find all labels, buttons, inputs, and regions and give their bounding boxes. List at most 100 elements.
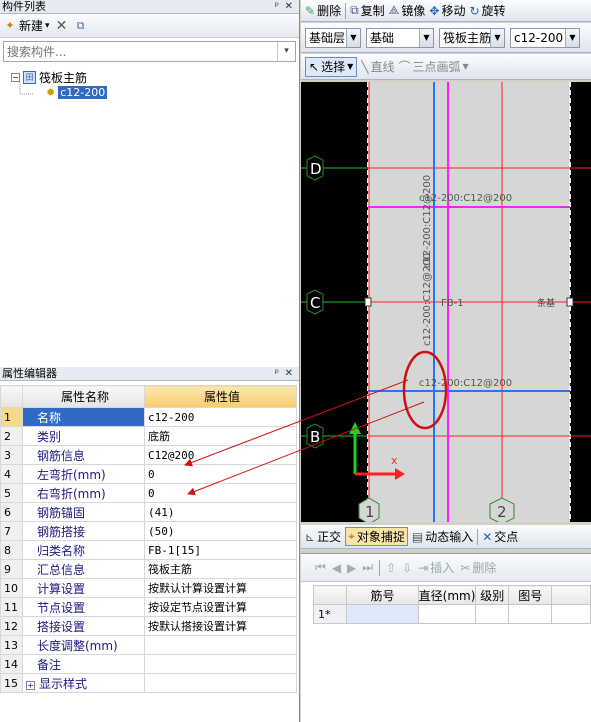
table-row[interactable]: 3 钢筋信息 C12@200 [0,445,297,465]
axis-bubble-c[interactable]: C [306,289,324,315]
rebar-header-figure[interactable]: 图号 [508,585,553,605]
rebar-header-diameter[interactable]: 直径(mm) [417,585,477,605]
table-row[interactable]: 9 汇总信息 筏板主筋 [0,559,297,579]
property-value[interactable]: c12-200 [144,407,297,427]
axis-label-c: C [310,294,320,312]
row-number: 9 [0,559,23,579]
table-row[interactable]: 6 钢筋锚固 (41) [0,502,297,522]
property-value[interactable]: 0 [144,483,297,503]
select-button[interactable]: ↖ 选择 ▼ [305,56,358,77]
axis-label-d: D [310,160,322,178]
up-icon[interactable]: ⇧ [386,561,396,575]
property-value[interactable]: 底筋 [144,426,297,446]
rebar-cell-number[interactable] [346,604,419,624]
property-value[interactable] [144,635,297,655]
axis-bubble-d[interactable]: D [306,155,324,181]
property-value[interactable]: 按设定节点设置计算 [144,597,297,617]
rebar-cell-grade[interactable] [475,604,510,624]
floor-select[interactable]: 基础层 ▼ [305,27,361,48]
name-header[interactable]: 属性名称 [22,385,145,408]
tree-node-child[interactable]: ✹ c12-200 [46,86,108,99]
property-value[interactable]: (50) [144,521,297,541]
row-number: 11 [0,597,23,617]
new-button[interactable]: ✦ 新建 ▾ [3,17,49,34]
intersect-toggle[interactable]: ✕ 交点 [482,528,518,545]
item-select[interactable]: c12-200 ▼ [510,27,580,48]
collapse-icon[interactable]: − [11,73,20,82]
table-row[interactable]: 5 右弯折(mm) 0 [0,483,297,503]
tree-node-root[interactable]: − 田 筏板主筋 [11,69,87,86]
arc-button[interactable]: ⌒ 三点画弧 ▼ [398,58,468,75]
pin-icon[interactable]: ᵖ [275,367,279,381]
delete-button[interactable]: ✎ 删除 [305,2,341,19]
table-row[interactable]: 8 归类名称 FB-1[15] [0,540,297,560]
rebar-grid: 筋号 直径(mm) 级别 图号 1* [312,585,591,624]
rebar-header-number[interactable]: 筋号 [346,585,419,605]
property-value[interactable]: 按默认计算设置计算 [144,578,297,598]
close-icon[interactable]: ✕ [285,367,293,381]
insert-button[interactable]: ⇥ 插入 [418,559,454,576]
table-row[interactable]: 13 长度调整(mm) [0,635,297,655]
property-value[interactable]: (41) [144,502,297,522]
table-row[interactable]: 11 节点设置 按设定节点设置计算 [0,597,297,617]
property-value[interactable]: 0 [144,464,297,484]
pin-icon[interactable]: ᵖ [275,0,279,14]
next-icon[interactable]: ▶ [347,561,356,575]
copy-button[interactable]: ⧉ 复制 [350,2,385,19]
property-name-text: 归类名称 [37,543,86,558]
table-row[interactable]: 7 钢筋搭接 (50) [0,521,297,541]
rebar-cell-figure[interactable] [508,604,553,624]
property-value[interactable]: FB-1[15] [144,540,297,560]
table-row[interactable]: 15 + 显示样式 [0,673,297,693]
rotate-button[interactable]: ↻ 旋转 [469,2,505,19]
dynamic-input-label: 动态输入 [425,530,474,544]
last-icon[interactable]: ⏭ [362,560,373,575]
property-name-text: 节点设置 [37,600,86,615]
prev-icon[interactable]: ◀ [332,561,341,575]
table-row[interactable]: 1* [312,604,591,624]
type-select[interactable]: 筏板主筋 ▼ [439,27,505,48]
property-editor-titlebar: 属性编辑器 ᵖ ✕ [0,367,299,381]
search-input[interactable] [4,42,274,61]
search-box[interactable]: ▾ [3,41,296,62]
drawing-canvas[interactable]: c12-200:C12@200 c12-200:C12@200 c12-200:… [301,82,591,522]
rebar-cell-extra[interactable] [551,604,591,624]
property-name-text: 汇总信息 [37,562,86,577]
property-value[interactable] [144,673,297,693]
ortho-toggle[interactable]: ⊾ 正交 [305,528,341,545]
property-name: 汇总信息 [22,559,145,579]
line-button[interactable]: ╲ 直线 [361,58,394,75]
table-row[interactable]: 12 搭接设置 按默认搭接设置计算 [0,616,297,636]
property-value[interactable]: 筏板主筋 [144,559,297,579]
search-dropdown-icon[interactable]: ▾ [277,42,295,61]
snap-toggle[interactable]: ⌖ 对象捕捉 [345,527,408,546]
property-name: 名称 [22,407,145,427]
rebar-cell-diameter[interactable] [417,604,477,624]
property-value[interactable] [144,654,297,674]
delete-icon[interactable]: ✕ [55,19,69,33]
mirror-button[interactable]: ⟁ 镜像 [389,2,426,19]
close-icon[interactable]: ✕ [285,0,293,14]
row-number: 5 [0,483,23,503]
table-row[interactable]: 4 左弯折(mm) 0 [0,464,297,484]
axis-bubble-b[interactable]: B [306,423,324,449]
table-row[interactable]: 2 类别 底筋 [0,426,297,446]
down-icon[interactable]: ⇩ [402,561,412,575]
row-number: 7 [0,521,23,541]
table-row[interactable]: 14 备注 [0,654,297,674]
grid-delete-button[interactable]: ✂ 删除 [460,559,496,576]
move-button[interactable]: ✥ 移动 [429,2,465,19]
first-icon[interactable]: ⏮ [315,560,326,575]
rebar-header-grade[interactable]: 级别 [475,585,510,605]
property-value[interactable]: 按默认搭接设置计算 [144,616,297,636]
copy-icon[interactable]: ⧉ [74,19,88,33]
insert-label: 插入 [430,561,455,575]
table-row[interactable]: 10 计算设置 按默认计算设置计算 [0,578,297,598]
expand-icon[interactable]: + [26,680,35,690]
value-header[interactable]: 属性值 [144,385,297,408]
property-value[interactable]: C12@200 [144,445,297,465]
table-row[interactable]: 1 名称 c12-200 [0,407,297,427]
dynamic-input-toggle[interactable]: ▤ 动态输入 [412,528,473,545]
category-select[interactable]: 基础 ▼ [366,27,434,48]
property-name: 钢筋锚固 [22,502,145,522]
